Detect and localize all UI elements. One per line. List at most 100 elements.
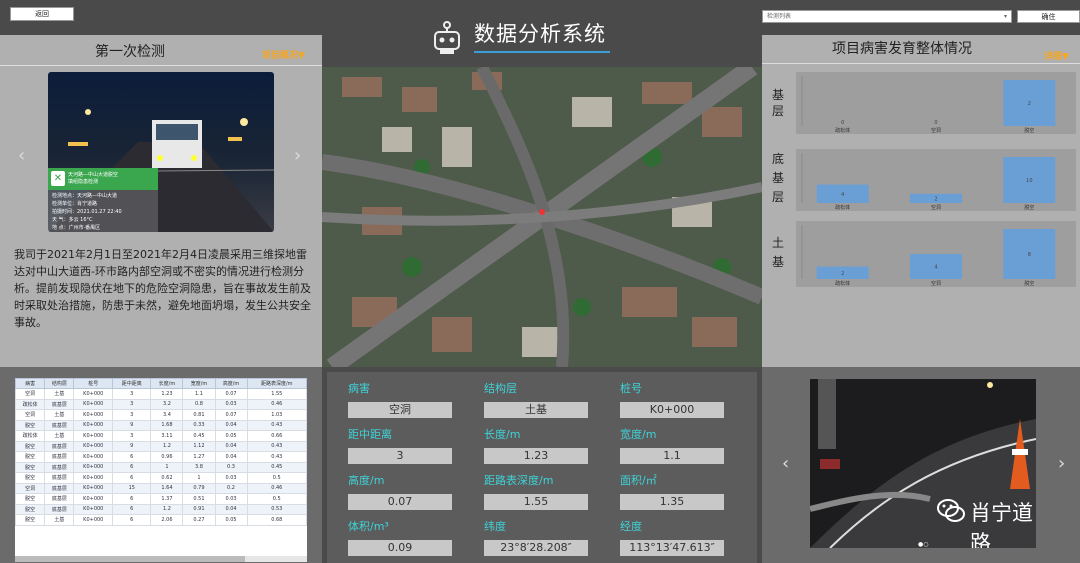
inspection-photo: 天河路—中山大道脱空 填组隐患检测 ✕ 检测地点：天河路—中山大道 检测单位：肖… (48, 72, 274, 232)
table-cell: 底基层 (44, 461, 75, 473)
table-row[interactable]: 脱空 底基层 K0+000 6 0.62 1 0.03 0.5 (15, 472, 307, 484)
back-button[interactable]: 返回 (10, 7, 74, 21)
table-cell: 0.96 (150, 451, 184, 463)
table-cell: 0.8 (182, 398, 216, 410)
data-table: 病害 结构层 桩号 距中距离 长度/m 宽度/m 高度/m 距路表深度/m 空洞 土基 K0+00… (15, 378, 307, 526)
table-row[interactable]: 疏松体 土基 K0+000 3 3.11 0.45 0.05 0.66 (15, 430, 307, 442)
field-value: 3 (348, 448, 452, 464)
table-cell: K0+000 (73, 472, 114, 484)
table-header-cell[interactable]: 长度/m (150, 378, 184, 389)
table-header-cell[interactable]: 高度/m (214, 378, 248, 389)
table-header-cell[interactable]: 病害 (15, 378, 46, 389)
table-cell: 底基层 (44, 472, 75, 484)
table-cell: 脱空 (15, 461, 46, 473)
table-row[interactable]: 脱空 底基层 K0+000 6 1.2 0.91 0.04 0.53 (15, 503, 307, 515)
table-cell: 1.23 (150, 388, 184, 400)
field-label: 距中距离 (348, 428, 392, 441)
horizontal-scrollbar[interactable] (15, 556, 307, 562)
table-row[interactable]: 脱空 底基层 K0+000 6 1.37 0.51 0.03 0.5 (15, 493, 307, 505)
chart-data-label: 2 (1028, 101, 1031, 107)
chart-tick-label: 空洞 (931, 204, 941, 211)
field-value: 0.07 (348, 494, 452, 510)
right-chart-panel: 项目病害发育整体情况 详细▼ 基 层 底 基 层 土 基 0 疏松体 0 空洞 2 脱空 4… (762, 35, 1080, 367)
next-photo-arrow-icon[interactable]: › (1058, 453, 1065, 474)
table-row[interactable]: 疏松体 底基层 K0+000 3 3.2 0.8 0.03 0.46 (15, 398, 307, 410)
chart-data-label: 10 (1026, 178, 1032, 184)
caption-line: 天 气：多云 16°C (52, 217, 93, 223)
chart-tick-label: 空洞 (931, 280, 941, 287)
field-value: 1.35 (620, 494, 724, 510)
table-header-cell[interactable]: 桩号 (73, 378, 114, 389)
field-value: 0.09 (348, 540, 452, 556)
caption-lines: 检测地点：天河路—中山大道 检测单位：肖宁道路 拍摄时间：2021.01.27 … (52, 192, 122, 232)
chart-tick-label: 脱空 (1024, 204, 1034, 211)
table-cell: 0.43 (246, 451, 307, 463)
table-cell: 3 (112, 388, 152, 400)
table-cell: 底基层 (44, 398, 75, 410)
table-panel: 病害 结构层 桩号 距中距离 长度/m 宽度/m 高度/m 距路表深度/m 空洞 土基 K0+00… (0, 367, 322, 563)
table-row[interactable]: 脱空 底基层 K0+000 9 1.2 1.12 0.04 0.43 (15, 440, 307, 452)
table-cell: 0.43 (246, 419, 307, 431)
table-cell: 1 (150, 461, 184, 473)
table-cell: 脱空 (15, 472, 46, 484)
chart-tick-label: 疏松体 (835, 127, 850, 134)
title-underline (474, 51, 610, 53)
table-cell: 脱空 (15, 503, 46, 515)
table-cell: K0+000 (73, 419, 114, 431)
table-cell: 1.68 (150, 419, 184, 431)
table-header-cell[interactable]: 宽度/m (182, 378, 216, 389)
table-cell: 1.1 (182, 388, 216, 400)
prev-arrow-icon[interactable]: ‹ (18, 145, 25, 166)
table-cell: 0.43 (246, 440, 307, 452)
table-cell: 土基 (44, 388, 75, 400)
table-cell: 0.04 (214, 440, 248, 452)
table-cell: 脱空 (15, 440, 46, 452)
select-dropdown[interactable]: 检测列表 ▾ (762, 10, 1012, 23)
chart-tick-label: 脱空 (1024, 280, 1034, 287)
table-cell: 3.4 (150, 409, 184, 421)
field-value: 空洞 (348, 402, 452, 418)
chart-data-label: 2 (934, 196, 937, 202)
table-row[interactable]: 脱空 底基层 K0+000 6 1 3.8 0.3 0.45 (15, 461, 307, 473)
table-cell: 0.05 (214, 430, 248, 442)
table-cell: K0+000 (73, 482, 114, 494)
table-cell: 0.45 (246, 461, 307, 473)
table-cell: 0.27 (182, 514, 216, 526)
table-row[interactable]: 脱空 底基层 K0+000 6 0.96 1.27 0.04 0.43 (15, 451, 307, 463)
caption-line: 地 点：广州市·番禺区 (52, 225, 101, 231)
divider (0, 65, 322, 66)
confirm-button[interactable]: 确住 (1017, 10, 1080, 23)
field-value: K0+000 (620, 402, 724, 418)
page-title: 数据分析系统 (474, 22, 606, 46)
table-header-cell[interactable]: 距中距离 (112, 378, 152, 389)
data-table-container[interactable]: 病害 结构层 桩号 距中距离 长度/m 宽度/m 高度/m 距路表深度/m 空洞 土基 K0+00… (15, 378, 307, 562)
field-label: 体积/m³ (348, 520, 389, 533)
table-cell: 0.46 (246, 398, 307, 410)
table-cell: 1.2 (150, 503, 184, 515)
table-cell: 0.91 (182, 503, 216, 515)
chart-tick-label: 空洞 (931, 127, 941, 134)
table-cell: K0+000 (73, 503, 114, 515)
project-overview-link[interactable]: 项目概况▼ (262, 48, 305, 61)
table-header-cell[interactable]: 结构层 (44, 378, 75, 389)
aerial-map[interactable] (322, 67, 762, 367)
table-header-cell[interactable]: 距路表深度/m (246, 378, 307, 389)
table-cell: 3 (112, 398, 152, 410)
table-cell: 6 (112, 503, 152, 515)
field-label: 宽度/m (620, 428, 657, 441)
table-cell: 底基层 (44, 503, 75, 515)
next-arrow-icon[interactable]: › (294, 145, 301, 166)
table-row[interactable]: 脱空 底基层 K0+000 9 1.68 0.33 0.04 0.43 (15, 419, 307, 431)
table-row[interactable]: 脱空 土基 K0+000 6 2.06 0.27 0.05 0.68 (15, 514, 307, 526)
carousel-dots[interactable]: ●○ (918, 541, 928, 548)
table-cell: 0.33 (182, 419, 216, 431)
table-row[interactable]: 空洞 土基 K0+000 3 1.23 1.1 0.07 1.55 (15, 388, 307, 400)
table-cell: 0.03 (214, 398, 248, 410)
table-row[interactable]: 空洞 底基层 K0+000 15 1.64 0.79 0.2 0.46 (15, 482, 307, 494)
project-description: 我司于2021年2月1日至2021年2月4日凌晨采用三维探地雷达对中山大道西-环… (14, 248, 311, 329)
table-row[interactable]: 空洞 土基 K0+000 3 3.4 0.81 0.07 1.03 (15, 409, 307, 421)
table-cell: 9 (112, 440, 152, 452)
table-cell: 空洞 (15, 388, 46, 400)
table-cell: 脱空 (15, 493, 46, 505)
prev-photo-arrow-icon[interactable]: ‹ (782, 453, 789, 474)
